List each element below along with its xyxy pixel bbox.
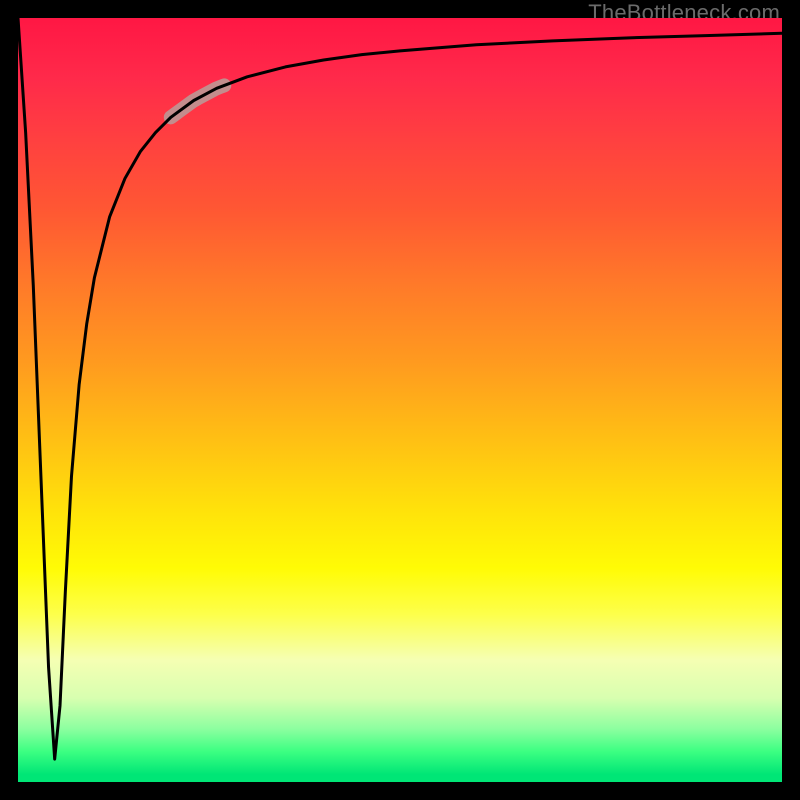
curve-layer bbox=[18, 18, 782, 782]
curve-path bbox=[18, 18, 782, 759]
chart-frame: TheBottleneck.com bbox=[0, 0, 800, 800]
plot-area bbox=[18, 18, 782, 782]
